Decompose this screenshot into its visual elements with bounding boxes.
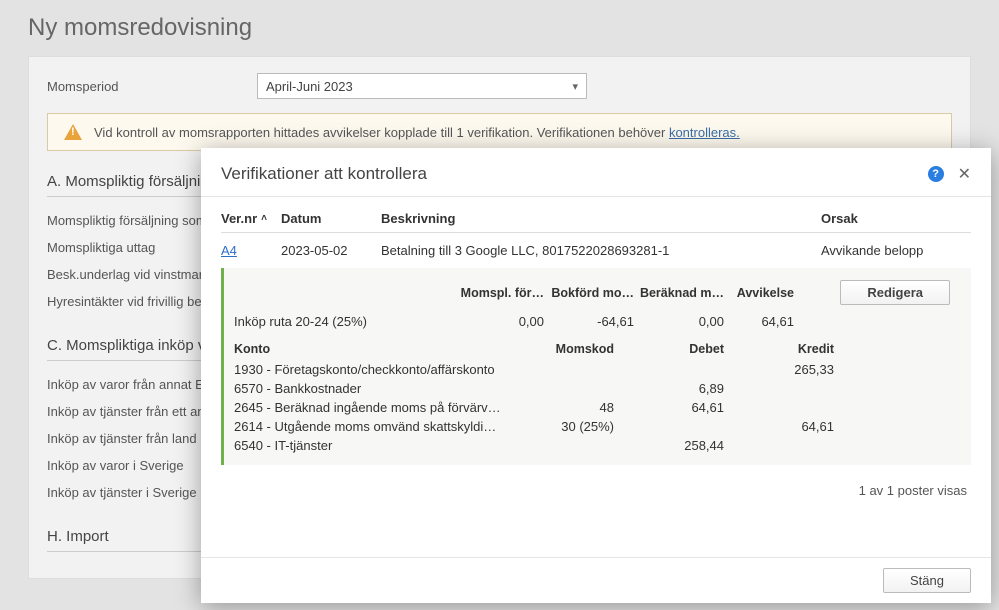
ledger-momskod: 48 <box>534 400 614 415</box>
pager-text: 1 av 1 poster visas <box>221 465 971 508</box>
modal-title: Verifikationer att kontrollera <box>221 164 928 184</box>
alert-banner: Vid kontroll av momsrapporten hittades a… <box>47 113 952 151</box>
verification-modal: Verifikationer att kontrollera ? ✕ Ver.n… <box>201 148 991 603</box>
verification-link[interactable]: A4 <box>221 243 281 258</box>
lcol-kredit: Kredit <box>724 342 834 356</box>
period-select[interactable]: April-Juni 2023 ▾ <box>257 73 587 99</box>
verification-reason: Avvikande belopp <box>821 243 971 258</box>
detail-bokford: -64,61 <box>544 314 634 329</box>
ledger-konto: 2645 - Beräknad ingående moms på förvärv… <box>234 400 534 415</box>
col-datum[interactable]: Datum <box>281 211 381 226</box>
col-ver-label: Ver.nr <box>221 211 257 226</box>
close-icon[interactable]: ✕ <box>958 164 971 184</box>
detail-beraknad: 0,00 <box>634 314 724 329</box>
page-title: Ny momsredovisning <box>28 14 971 42</box>
dcol-avvikelse: Avvikelse <box>724 286 794 300</box>
ledger-debet: 64,61 <box>614 400 724 415</box>
dcol-momspl: Momspl. för… <box>454 286 544 300</box>
col-orsak[interactable]: Orsak <box>821 211 971 226</box>
lcol-momskod: Momskod <box>534 342 614 356</box>
lcol-konto: Konto <box>234 342 534 356</box>
alert-text: Vid kontroll av momsrapporten hittades a… <box>94 125 740 140</box>
col-ver[interactable]: Ver.nr ˄ <box>221 211 281 226</box>
period-select-value: April-Juni 2023 <box>266 79 353 94</box>
detail-block: Momspl. för… Bokförd mo… Beräknad m… Avv… <box>221 268 971 465</box>
ledger-row: 6540 - IT-tjänster 258,44 <box>234 436 961 455</box>
close-button[interactable]: Stäng <box>883 568 971 593</box>
ledger-row: 6570 - Bankkostnader 6,89 <box>234 379 961 398</box>
col-beskrivning[interactable]: Beskrivning <box>381 211 821 226</box>
ledger-momskod: 30 (25%) <box>534 419 614 434</box>
ledger-kredit: 64,61 <box>724 419 834 434</box>
lcol-debet: Debet <box>614 342 724 356</box>
sort-asc-icon: ˄ <box>261 213 267 224</box>
ledger-debet: 6,89 <box>614 381 724 396</box>
detail-label: Inköp ruta 20-24 (25%) <box>234 314 454 329</box>
detail-momspl: 0,00 <box>454 314 544 329</box>
verification-date: 2023-05-02 <box>281 243 381 258</box>
help-icon[interactable]: ? <box>928 166 944 182</box>
ledger-row: 2645 - Beräknad ingående moms på förvärv… <box>234 398 961 417</box>
ledger-konto: 2614 - Utgående moms omvänd skattskyldi… <box>234 419 534 434</box>
ledger-debet: 258,44 <box>614 438 724 453</box>
alert-link[interactable]: kontrolleras. <box>669 125 740 140</box>
verification-desc: Betalning till 3 Google LLC, 80175220286… <box>381 243 821 258</box>
alert-text-content: Vid kontroll av momsrapporten hittades a… <box>94 125 669 140</box>
chevron-down-icon: ▾ <box>572 80 578 93</box>
ledger-row: 1930 - Företagskonto/checkkonto/affärsko… <box>234 360 961 379</box>
ledger-konto: 6540 - IT-tjänster <box>234 438 534 453</box>
ledger-row: 2614 - Utgående moms omvänd skattskyldi…… <box>234 417 961 436</box>
ledger-konto: 1930 - Företagskonto/checkkonto/affärsko… <box>234 362 534 377</box>
ledger-konto: 6570 - Bankkostnader <box>234 381 534 396</box>
ledger-kredit: 265,33 <box>724 362 834 377</box>
edit-button[interactable]: Redigera <box>840 280 950 305</box>
period-label: Momsperiod <box>47 79 257 94</box>
detail-avvikelse: 64,61 <box>724 314 794 329</box>
warning-icon <box>64 124 82 140</box>
dcol-bokford: Bokförd mo… <box>544 286 634 300</box>
dcol-beraknad: Beräknad m… <box>634 286 724 300</box>
verification-row: A4 2023-05-02 Betalning till 3 Google LL… <box>221 243 971 258</box>
